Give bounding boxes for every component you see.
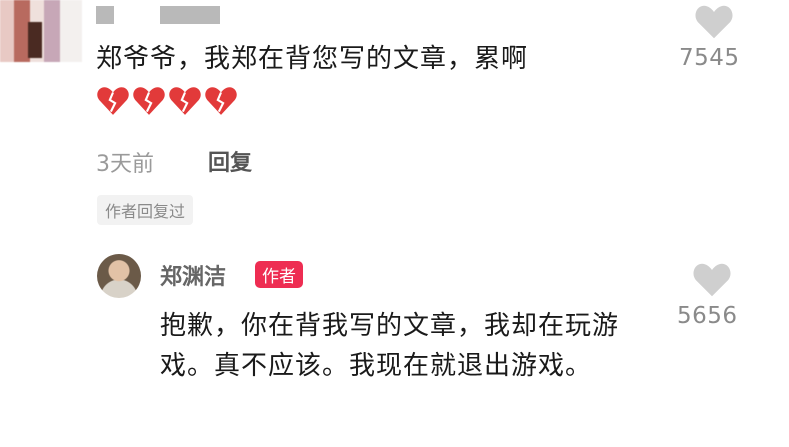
author-replied-badge: 作者回复过 xyxy=(97,195,194,225)
comment-like-count: 7545 xyxy=(679,45,740,71)
commenter-name-blurred xyxy=(160,6,220,24)
author-avatar[interactable] xyxy=(97,254,141,298)
comment-text: 郑爷爷，我郑在背您写的文章，累啊 xyxy=(96,44,529,74)
comment-time: 3天前 xyxy=(96,152,154,177)
author-tag: 作者 xyxy=(255,261,303,288)
heart-outline-icon[interactable] xyxy=(694,4,734,40)
reply-like-count: 5656 xyxy=(677,303,738,329)
broken-heart-icon xyxy=(133,87,165,115)
author-name[interactable]: 郑渊洁 xyxy=(160,259,226,291)
broken-heart-icon xyxy=(97,87,129,115)
commenter-name-blurred[interactable] xyxy=(96,6,114,24)
broken-heart-icon xyxy=(205,87,237,115)
heart-outline-icon[interactable] xyxy=(692,262,732,298)
reply-text: 抱歉，你在背我写的文章，我却在玩游戏。真不应该。我现在就退出游戏。 xyxy=(160,311,620,381)
commenter-avatar[interactable] xyxy=(0,0,82,62)
broken-heart-icon xyxy=(169,87,201,115)
reply-button[interactable]: 回复 xyxy=(208,145,252,177)
emoji-row xyxy=(96,84,238,118)
